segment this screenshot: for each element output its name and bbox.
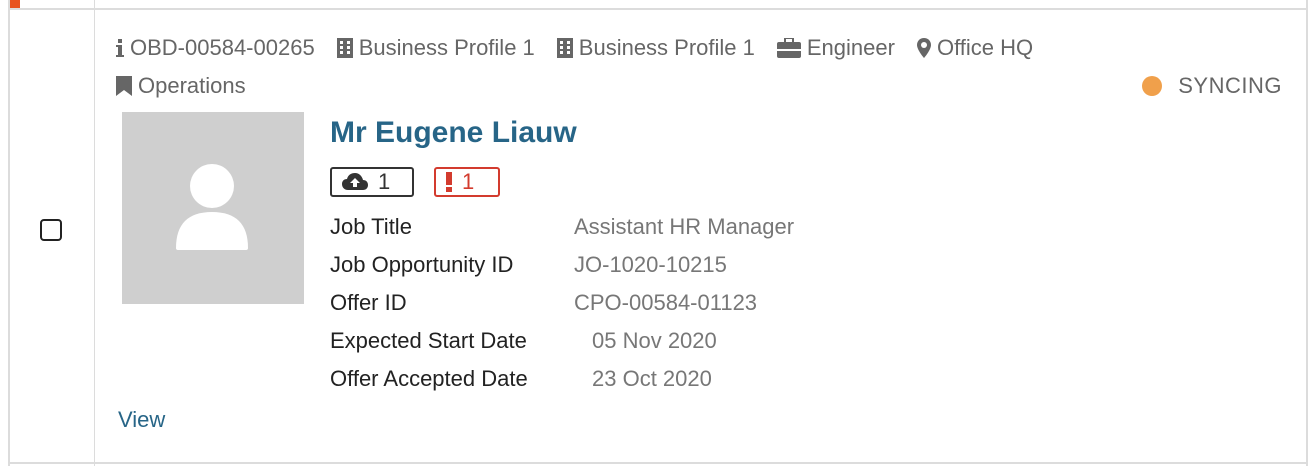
exclamation-icon bbox=[446, 172, 452, 192]
detail-value: JO-1020-10215 bbox=[574, 252, 727, 277]
candidate-name[interactable]: Mr Eugene Liauw bbox=[330, 116, 577, 150]
business-profile-1: Business Profile 1 bbox=[358, 35, 535, 60]
briefcase-icon bbox=[776, 38, 801, 58]
status-dot-icon bbox=[1142, 76, 1163, 96]
row-accent-marker bbox=[10, 0, 20, 8]
meta-role: Engineer bbox=[776, 35, 895, 61]
onboarding-id: OBD-00584-00265 bbox=[130, 35, 315, 60]
details-list: Job Title Assistant HR Manager Job Oppor… bbox=[330, 208, 794, 398]
detail-label: Job Opportunity ID bbox=[330, 252, 514, 277]
onboarding-row-card: OBD-00584-00265 Business Profile 1 Busin… bbox=[0, 0, 1316, 466]
view-link[interactable]: View bbox=[118, 407, 165, 433]
status-label: SYNCING bbox=[1178, 73, 1282, 98]
building-icon bbox=[336, 38, 353, 58]
meta-business-profile-2: Business Profile 1 bbox=[556, 35, 755, 61]
row-top-border bbox=[8, 8, 1308, 10]
column-divider bbox=[94, 0, 95, 466]
info-icon bbox=[116, 39, 124, 57]
detail-row-offer-id: Offer ID CPO-00584-01123 bbox=[330, 284, 794, 322]
role-label: Engineer bbox=[806, 35, 895, 60]
row-right-border bbox=[1306, 0, 1308, 466]
location-label: Office HQ bbox=[936, 35, 1034, 60]
building-icon bbox=[556, 38, 573, 58]
meta-department: Operations bbox=[116, 72, 246, 100]
cloud-upload-icon bbox=[342, 173, 368, 191]
detail-label: Offer Accepted Date bbox=[330, 366, 528, 391]
detail-row-offer-accepted-date: Offer Accepted Date 23 Oct 2020 bbox=[330, 360, 794, 398]
error-count-badge: 1 bbox=[434, 167, 500, 197]
row-bottom-border bbox=[8, 462, 1308, 464]
detail-value: CPO-00584-01123 bbox=[574, 290, 758, 315]
sync-count-badge: 1 bbox=[330, 167, 414, 197]
sync-status: SYNCING bbox=[1142, 72, 1282, 100]
detail-value: Assistant HR Manager bbox=[574, 214, 795, 239]
department-label: Operations bbox=[138, 73, 246, 98]
business-profile-2: Business Profile 1 bbox=[578, 35, 755, 60]
detail-row-expected-start-date: Expected Start Date 05 Nov 2020 bbox=[330, 322, 794, 360]
error-count: 1 bbox=[462, 169, 475, 194]
user-placeholder-icon bbox=[176, 164, 248, 250]
avatar bbox=[122, 112, 304, 304]
detail-row-job-opportunity-id: Job Opportunity ID JO-1020-10215 bbox=[330, 246, 794, 284]
bookmark-icon bbox=[116, 76, 132, 96]
row-select-checkbox[interactable] bbox=[40, 219, 62, 241]
detail-label: Job Title bbox=[330, 214, 412, 239]
meta-id: OBD-00584-00265 bbox=[116, 35, 315, 61]
detail-value: 23 Oct 2020 bbox=[592, 366, 712, 391]
detail-value: 05 Nov 2020 bbox=[592, 328, 717, 353]
sync-count: 1 bbox=[378, 169, 391, 194]
row-left-border bbox=[8, 0, 10, 466]
map-marker-icon bbox=[916, 38, 931, 58]
detail-label: Offer ID bbox=[330, 290, 407, 315]
meta-business-profile-1: Business Profile 1 bbox=[336, 35, 535, 61]
detail-label: Expected Start Date bbox=[330, 328, 527, 353]
meta-row: OBD-00584-00265 Business Profile 1 Busin… bbox=[116, 34, 1055, 62]
detail-row-job-title: Job Title Assistant HR Manager bbox=[330, 208, 794, 246]
meta-location: Office HQ bbox=[916, 35, 1034, 61]
